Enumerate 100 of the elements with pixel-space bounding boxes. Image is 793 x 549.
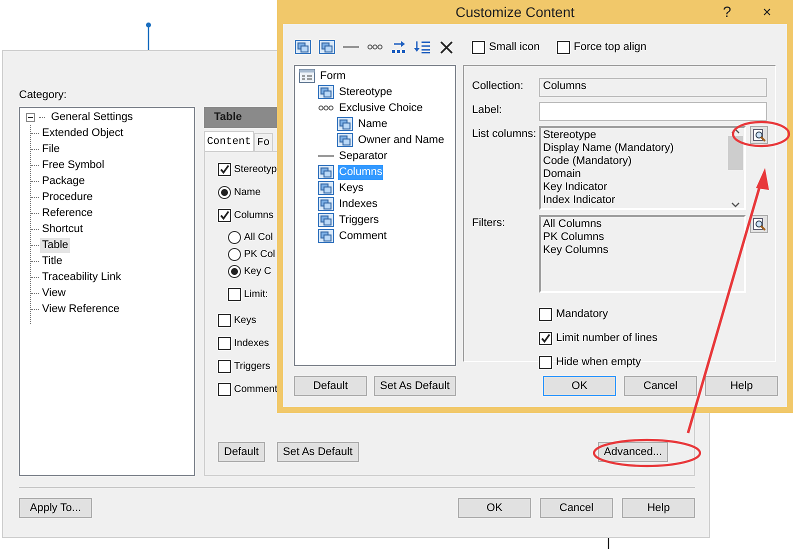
radio-button[interactable] — [228, 231, 241, 244]
box-icon — [318, 181, 334, 195]
tree-item[interactable]: Form — [319, 68, 347, 84]
line-icon — [318, 155, 334, 157]
checkbox[interactable] — [218, 383, 231, 396]
tree-item[interactable]: Reference — [40, 206, 95, 220]
category-label: Category: — [19, 89, 67, 103]
tree-item[interactable]: Title — [40, 254, 64, 268]
annotation-ellipse — [732, 120, 790, 148]
checkbox[interactable] — [218, 314, 231, 327]
checkbox[interactable] — [218, 360, 231, 373]
list-item[interactable]: Index Indicator — [543, 194, 725, 207]
list-item[interactable]: Key Columns — [543, 244, 742, 257]
tree-item[interactable]: Keys — [338, 180, 364, 196]
radio-button[interactable] — [228, 265, 241, 278]
field-label: Collection: — [472, 79, 524, 94]
tree-item[interactable]: Extended Object — [40, 126, 126, 140]
label-field[interactable] — [539, 102, 767, 121]
tree-item[interactable]: Owner and Name — [357, 132, 446, 148]
add-item-button[interactable] — [294, 38, 311, 56]
chevron-down-icon[interactable] — [731, 202, 740, 208]
circles-icon — [366, 44, 382, 50]
dialog-button[interactable]: Default — [294, 376, 367, 396]
tree-item[interactable]: Package — [40, 174, 87, 188]
list-box[interactable]: All Columns PK Columns Key Columns — [539, 215, 746, 293]
tree-item[interactable]: Separator — [338, 148, 388, 164]
close-button[interactable]: × — [747, 1, 787, 23]
radio-button[interactable] — [218, 186, 231, 199]
list-item[interactable]: PK Columns — [543, 231, 742, 244]
dialog-button[interactable]: Cancel — [540, 498, 613, 518]
line-icon — [342, 46, 358, 48]
checkbox-label: Small icon — [489, 41, 540, 53]
tab[interactable]: Content — [204, 131, 254, 151]
tree-item[interactable]: Comment — [338, 228, 388, 244]
field-label: List columns: — [472, 127, 538, 142]
tree-item[interactable]: Triggers — [338, 212, 380, 228]
list-item[interactable]: Code (Mandatory) — [543, 155, 725, 168]
select-button[interactable] — [750, 215, 768, 233]
list-item[interactable]: Domain — [543, 168, 725, 181]
box-icon — [294, 40, 310, 54]
checkbox-label: Hide when empty — [556, 356, 641, 368]
list-item[interactable]: Display Name (Mandatory) — [543, 142, 725, 155]
dialog-button[interactable]: OK — [458, 498, 531, 518]
checkbox[interactable] — [218, 337, 231, 350]
dialog-button[interactable]: Help — [622, 498, 695, 518]
tree-item[interactable]: Traceability Link — [40, 270, 124, 284]
toolbar-button[interactable] — [390, 38, 407, 56]
checkbox[interactable] — [539, 356, 552, 368]
checkbox-label: Limit: — [244, 288, 268, 300]
list-item[interactable]: Stereotype — [543, 129, 725, 142]
radio-label: PK Col — [244, 249, 276, 260]
checkbox[interactable] — [218, 209, 231, 222]
dialog-button[interactable]: Cancel — [624, 376, 697, 396]
tree-item[interactable]: Shortcut — [40, 222, 85, 236]
box-icon — [337, 117, 353, 131]
list-item[interactable]: All Columns — [543, 218, 742, 231]
panel-button[interactable]: Set As Default — [276, 442, 359, 462]
checkbox[interactable] — [556, 40, 570, 54]
arrow-icon — [390, 40, 406, 54]
tree-item[interactable]: Indexes — [338, 196, 379, 212]
radio-button[interactable] — [228, 248, 241, 261]
checkbox[interactable] — [539, 308, 552, 320]
collapse-icon[interactable] — [26, 113, 35, 122]
checkbox[interactable] — [472, 40, 485, 54]
box-icon — [318, 40, 334, 54]
field-label: Filters: — [472, 216, 506, 231]
tree-item[interactable]: Free Symbol — [40, 158, 106, 172]
list-item[interactable]: Key Indicator — [543, 181, 725, 194]
tree-item[interactable]: Stereotype — [338, 84, 394, 100]
panel-button[interactable]: Default — [218, 442, 265, 462]
advanced-button[interactable]: Advanced... — [598, 442, 668, 462]
box-icon — [318, 229, 334, 243]
checkbox[interactable] — [228, 288, 241, 300]
box-icon — [318, 213, 334, 227]
dialog-button[interactable]: OK — [543, 376, 616, 396]
select-button[interactable] — [750, 126, 768, 144]
box-icon — [337, 133, 353, 147]
add-item-button[interactable] — [318, 38, 335, 56]
checkbox-label: Keys — [234, 315, 256, 326]
cross-icon — [440, 40, 453, 54]
scrollbar[interactable] — [727, 128, 744, 208]
help-button[interactable]: ? — [707, 1, 747, 23]
checkbox[interactable] — [218, 163, 231, 176]
circles-icon — [318, 105, 334, 111]
tree-item[interactable]: Procedure — [40, 190, 95, 204]
tree-item[interactable]: File — [40, 142, 62, 156]
dialog-button[interactable]: Help — [705, 376, 778, 396]
tree-item[interactable]: General Settings — [49, 110, 135, 125]
list-box[interactable]: Stereotype Display Name (Mandatory) Code (Mandatory) Domain Key Indicator Index Indicator — [539, 126, 746, 210]
tab[interactable]: Fo — [254, 133, 273, 151]
tree-item[interactable]: View — [40, 286, 68, 300]
collection-field: Columns — [539, 78, 767, 97]
tree-item[interactable]: View Reference — [40, 302, 122, 316]
tree-item[interactable]: Table — [40, 238, 70, 252]
apply-to-button[interactable]: Apply To... — [19, 498, 92, 518]
checkbox[interactable] — [539, 332, 552, 344]
dialog-button[interactable]: Set As Default — [374, 376, 456, 396]
magnifier-icon — [752, 218, 766, 230]
radio-label: Key C — [244, 266, 272, 277]
window-title: Customize Content — [454, 4, 576, 20]
